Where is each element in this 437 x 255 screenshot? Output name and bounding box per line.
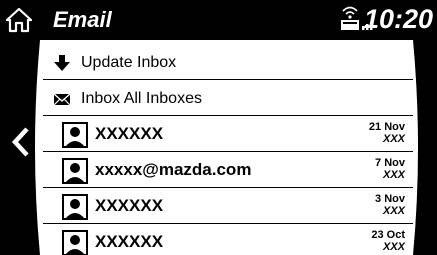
download-arrow-icon	[54, 55, 70, 71]
time-label: XXX	[382, 241, 405, 253]
update-inbox-item[interactable]: Update Inbox	[43, 46, 413, 80]
time-label: XXX	[382, 205, 405, 217]
header-bar: Email 10:20	[0, 0, 437, 40]
action-label: Inbox All Inboxes	[81, 90, 202, 107]
date-label: 7 Nov	[375, 157, 405, 169]
clock: 10:20	[363, 4, 433, 34]
contact-icon	[62, 158, 88, 184]
time-label: XXX	[382, 169, 405, 181]
contact-icon	[62, 194, 88, 220]
date-label: 23 Oct	[371, 229, 405, 241]
message-date: 3 Nov XXX	[375, 193, 405, 217]
sender-name: XXXXXX	[95, 232, 164, 251]
message-date: 21 Nov XXX	[369, 121, 405, 145]
message-date: 23 Oct XXX	[371, 229, 405, 253]
home-icon[interactable]	[6, 7, 32, 33]
sender-name: xxxxx@mazda.com	[95, 160, 252, 179]
message-row[interactable]: xxxxx@mazda.com 7 Nov XXX	[43, 154, 413, 188]
page-title: Email	[53, 7, 112, 32]
time-label: XXX	[382, 133, 405, 145]
inbox-all-inboxes-item[interactable]: Inbox All Inboxes	[43, 82, 413, 116]
email-screen: Email 10:20 Update Inbox Inbox All Inbox…	[0, 0, 437, 255]
sender-name: XXXXXX	[95, 196, 164, 215]
email-list: Update Inbox Inbox All Inboxes XXXXXX 21…	[43, 40, 413, 255]
contact-icon	[62, 230, 88, 255]
message-date: 7 Nov XXX	[375, 157, 405, 181]
envelope-icon	[53, 93, 71, 106]
message-row[interactable]: XXXXXX 3 Nov XXX	[43, 190, 413, 224]
chevron-left-icon[interactable]	[11, 126, 31, 158]
date-label: 3 Nov	[375, 193, 405, 205]
message-row[interactable]: XXXXXX 21 Nov XXX	[43, 118, 413, 152]
date-label: 21 Nov	[368, 121, 405, 133]
contact-icon	[62, 122, 88, 148]
action-label: Update Inbox	[81, 54, 177, 71]
message-row[interactable]: XXXXXX 23 Oct XXX	[43, 226, 413, 255]
sender-name: XXXXXX	[95, 124, 164, 143]
